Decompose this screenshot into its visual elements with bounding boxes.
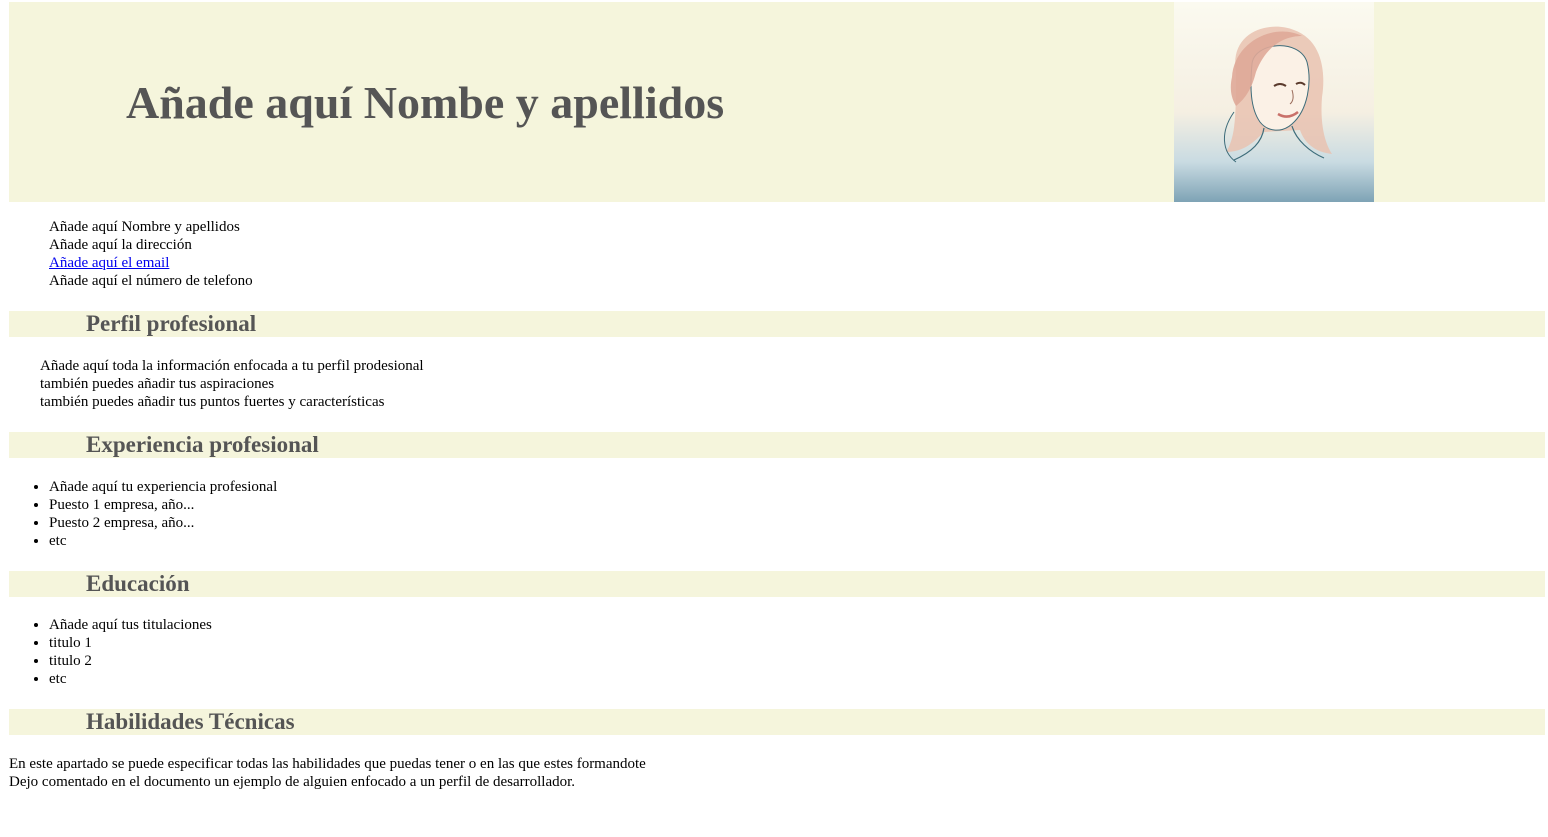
experiencia-list: Añade aquí tu experiencia profesional Pu… [0, 478, 277, 550]
contact-block: Añade aquí Nombre y apellidos Añade aquí… [49, 218, 253, 290]
habilidades-line: Dejo comentado en el documento un ejempl… [9, 774, 576, 790]
section-perfil-title: Perfil profesional [86, 311, 257, 336]
habilidades-text: En este apartado se puede especificar to… [9, 755, 646, 791]
contact-email-link[interactable]: Añade aquí el email [49, 254, 253, 272]
list-item: Puesto 1 empresa, año... [49, 496, 277, 514]
section-experiencia-title: Experiencia profesional [86, 432, 319, 457]
section-habilidades-header: Habilidades Técnicas [9, 709, 1545, 735]
contact-address: Añade aquí la dirección [49, 237, 192, 253]
contact-name: Añade aquí Nombre y apellidos [49, 219, 240, 235]
profile-portrait [1174, 2, 1374, 202]
section-perfil-header: Perfil profesional [9, 311, 1545, 337]
list-item: Añade aquí tu experiencia profesional [49, 478, 277, 496]
section-educacion-header: Educación [9, 571, 1545, 597]
page-title: Añade aquí Nombe y apellidos [126, 77, 725, 128]
perfil-text: Añade aquí toda la información enfocada … [40, 357, 424, 411]
educacion-list: Añade aquí tus titulaciones titulo 1 tit… [0, 616, 212, 688]
section-educacion-title: Educación [86, 571, 190, 596]
section-habilidades-title: Habilidades Técnicas [86, 709, 295, 734]
list-item: etc [49, 532, 277, 550]
list-item: titulo 1 [49, 634, 212, 652]
habilidades-line: En este apartado se puede especificar to… [9, 756, 646, 772]
perfil-line: Añade aquí toda la información enfocada … [40, 358, 424, 374]
header-banner: Añade aquí Nombe y apellidos [9, 2, 1545, 202]
list-item: titulo 2 [49, 652, 212, 670]
section-experiencia-header: Experiencia profesional [9, 432, 1545, 458]
list-item: Puesto 2 empresa, año... [49, 514, 277, 532]
list-item: etc [49, 670, 212, 688]
perfil-line: también puedes añadir tus aspiraciones [40, 376, 275, 392]
contact-phone: Añade aquí el número de telefono [49, 273, 253, 289]
list-item: Añade aquí tus titulaciones [49, 616, 212, 634]
perfil-line: también puedes añadir tus puntos fuertes… [40, 394, 385, 410]
